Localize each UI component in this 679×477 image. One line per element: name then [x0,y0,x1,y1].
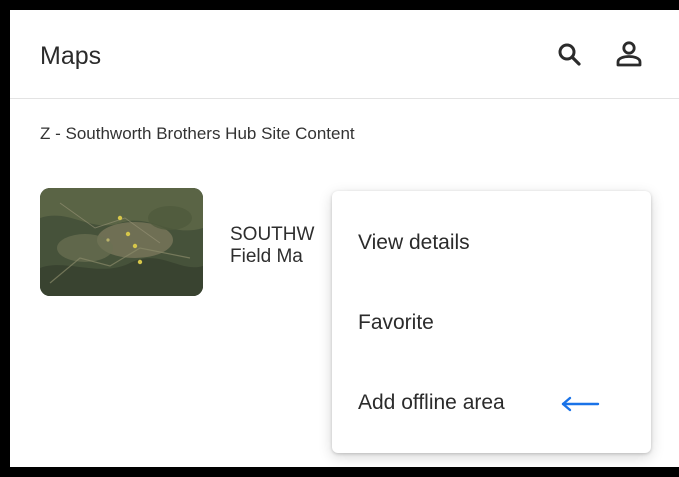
menu-item-label: View details [358,231,470,254]
profile-button[interactable] [614,39,644,69]
menu-item-view-details[interactable]: View details [332,213,651,273]
page-title: Maps [40,42,102,70]
person-icon [616,41,642,67]
menu-item-label: Favorite [358,311,434,334]
search-icon [558,43,581,66]
map-item-subtitle: Field Ma [230,246,303,267]
menu-item-label: Add offline area [358,391,505,414]
app-frame: Maps Z - Southworth Brothers Hub Site Co… [0,0,679,477]
menu-item-favorite[interactable]: Favorite [332,293,651,353]
left-arrow-icon [561,396,600,412]
menu-item-add-offline-area[interactable]: Add offline area [332,373,651,433]
section-label: Z - Southworth Brothers Hub Site Content [40,124,355,143]
context-menu: View details Favorite Add offline area [332,191,651,453]
map-item-title: SOUTHW [230,224,315,245]
search-button[interactable] [555,40,585,70]
map-thumbnail [40,188,203,296]
app-bar: Maps [10,10,679,99]
map-list-item[interactable]: SOUTHW Field Ma [40,188,360,300]
